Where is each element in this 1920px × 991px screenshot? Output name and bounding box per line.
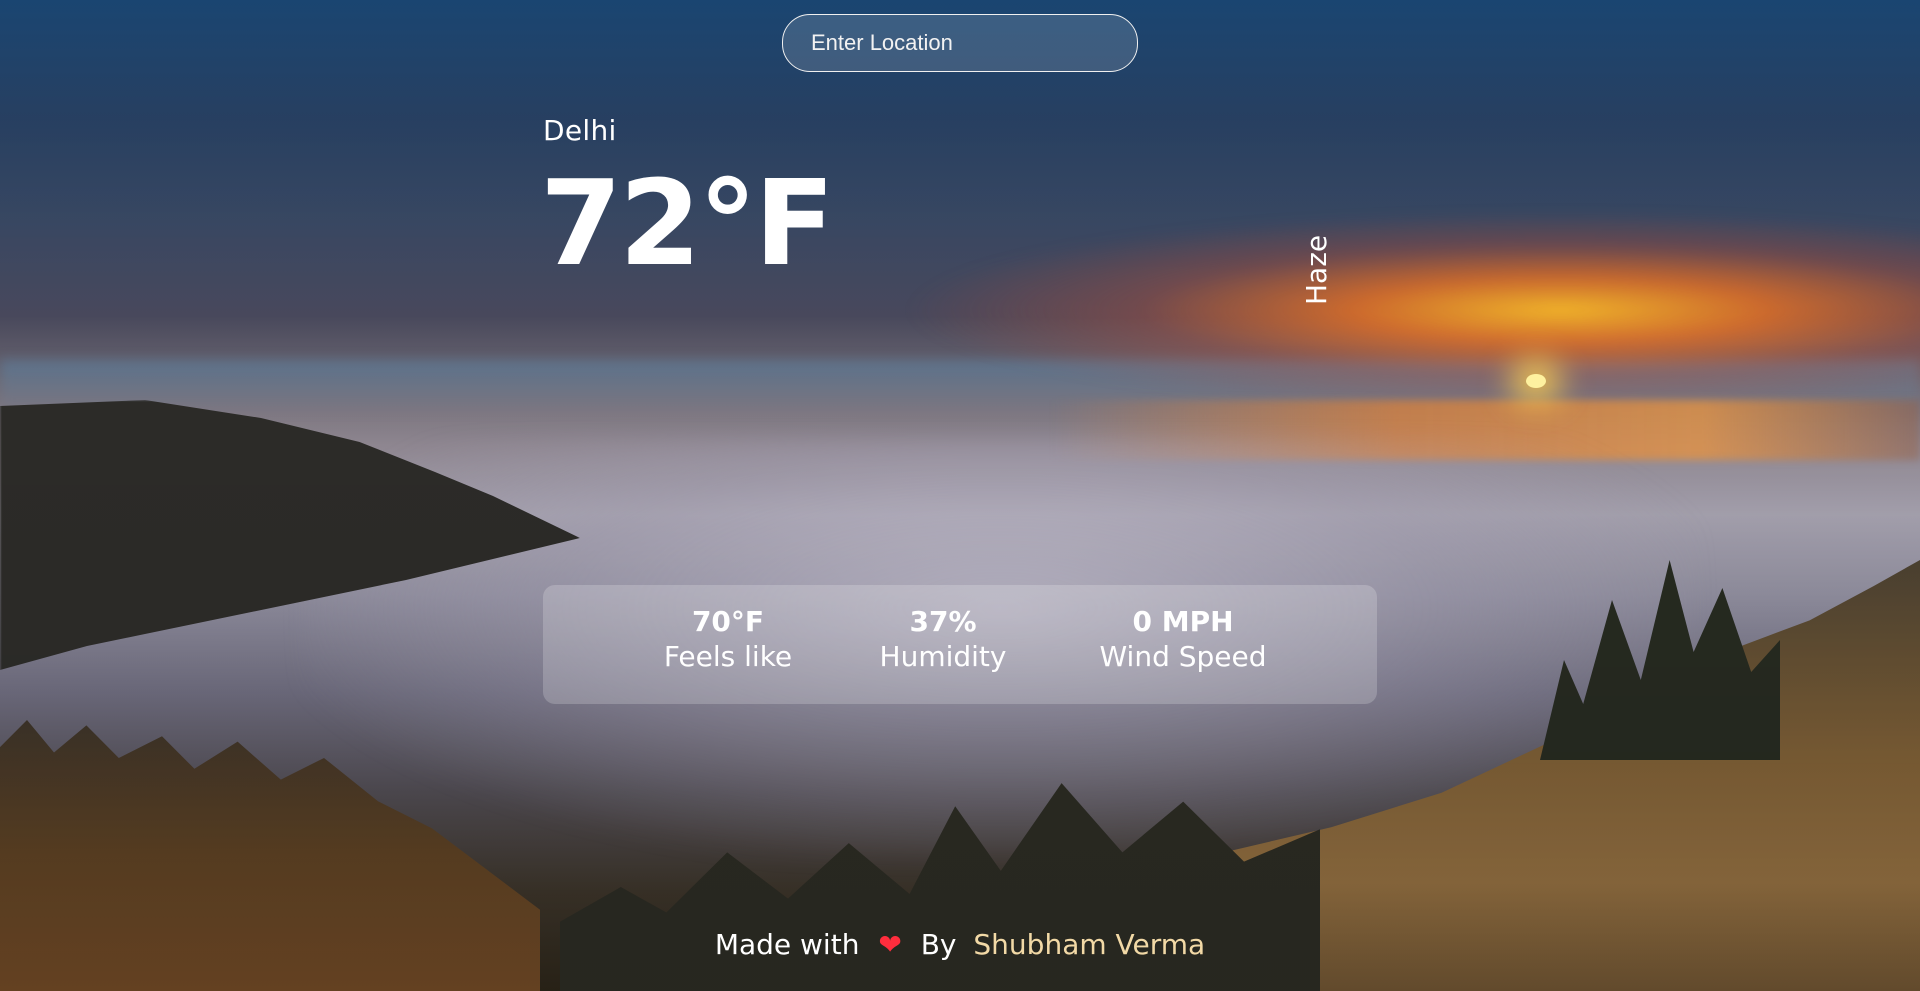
location-search-input[interactable] (782, 14, 1138, 72)
footer-made-with: Made with (714, 928, 860, 961)
feels-like-label: Feels like (663, 639, 793, 673)
background-landscape: Delhi 72°F Haze 70°F Feels like 37% Humi… (0, 0, 1920, 991)
location-name: Delhi (543, 114, 617, 147)
footer-credit: Made with ❤ By Shubham Verma (0, 928, 1920, 961)
humidity-stat: 37% Humidity (868, 605, 1018, 675)
humidity-value: 37% (909, 605, 977, 638)
humidity-label: Humidity (879, 639, 1007, 673)
wind-speed-value: 0 MPH (1132, 605, 1234, 638)
heart-icon: ❤ (878, 928, 902, 961)
footer-by: By (920, 928, 957, 961)
feels-like-value: 70°F (691, 605, 765, 638)
author-name: Shubham Verma (973, 928, 1206, 961)
feels-like-stat: 70°F Feels like (653, 605, 803, 675)
weather-stats-panel: 70°F Feels like 37% Humidity 0 MPH Wind … (543, 585, 1377, 704)
shade-overlay (0, 0, 1920, 991)
current-temperature: 72°F (540, 154, 835, 292)
weather-condition: Haze (1300, 234, 1333, 305)
wind-speed-label: Wind Speed (1099, 639, 1267, 673)
wind-speed-stat: 0 MPH Wind Speed (1088, 605, 1278, 675)
